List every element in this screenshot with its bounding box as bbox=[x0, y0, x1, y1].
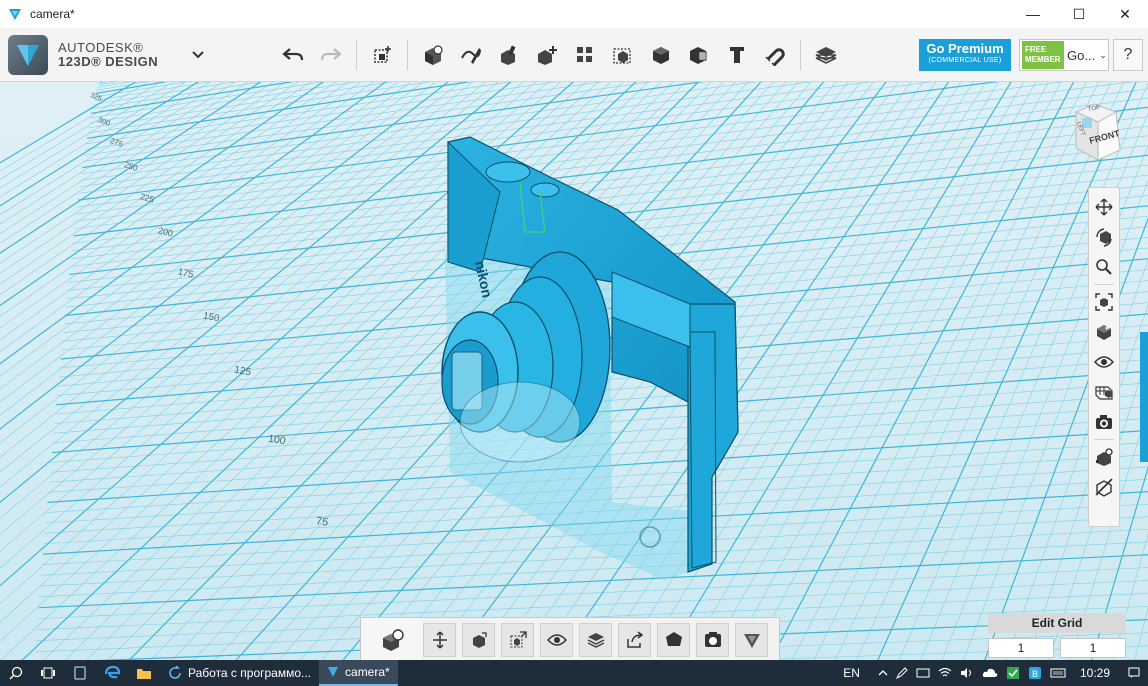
app-logo-icon bbox=[328, 667, 339, 677]
materials-grid-icon[interactable] bbox=[1090, 377, 1118, 407]
view-cube[interactable]: TOP FRONT LEFT bbox=[1064, 100, 1124, 166]
edit-grid-button[interactable]: Edit Grid bbox=[988, 613, 1126, 633]
toolbar-separator bbox=[407, 39, 409, 70]
brand: AUTODESK® 123D® DESIGN bbox=[8, 34, 158, 76]
app-tray-blue-icon[interactable]: B bbox=[1024, 660, 1046, 686]
network-icon[interactable] bbox=[934, 660, 956, 686]
combine-icon[interactable] bbox=[642, 36, 680, 74]
volume-icon[interactable] bbox=[956, 660, 978, 686]
primitives-icon[interactable] bbox=[414, 36, 452, 74]
task-view-icon[interactable] bbox=[32, 660, 64, 686]
search-icon[interactable] bbox=[0, 660, 32, 686]
minimize-button[interactable]: — bbox=[1010, 0, 1056, 28]
material-layers-icon[interactable] bbox=[579, 622, 612, 657]
app-triangle-icon[interactable] bbox=[735, 622, 768, 657]
go-premium-sublabel: (COMMERCIAL USE) bbox=[928, 57, 1002, 64]
orbit-icon[interactable] bbox=[1090, 222, 1118, 252]
fit-view-icon[interactable] bbox=[1090, 287, 1118, 317]
go-premium-label: Go Premium bbox=[926, 41, 1004, 56]
measure-icon[interactable] bbox=[680, 36, 718, 74]
maximize-button[interactable]: ☐ bbox=[1056, 0, 1102, 28]
3d-viewport[interactable]: nikon 325 300 275 250 225 200 175 150 125 100 75 T… bbox=[0, 82, 1148, 660]
notifications-icon[interactable] bbox=[1120, 660, 1148, 686]
zoom-icon[interactable] bbox=[1090, 252, 1118, 282]
app-logo-icon bbox=[9, 9, 21, 20]
pan-icon[interactable] bbox=[1090, 192, 1118, 222]
autodesk-logo-icon bbox=[8, 34, 48, 75]
edit-grid-panel: Edit Grid 1 1 bbox=[988, 613, 1126, 660]
brand-line1: AUTODESK® bbox=[58, 39, 144, 55]
mesh-polyhedron-icon[interactable] bbox=[657, 622, 690, 657]
taskbar-task-2[interactable]: camera* bbox=[319, 660, 398, 686]
onedrive-icon[interactable] bbox=[978, 660, 1002, 686]
toolbar-separator bbox=[356, 39, 358, 70]
close-button[interactable]: ✕ bbox=[1102, 0, 1148, 28]
selection-menu-icon[interactable] bbox=[361, 617, 423, 660]
taskbar-task-2-label: camera* bbox=[345, 665, 390, 679]
system-tray: EN B 10:29 bbox=[839, 660, 1148, 686]
taskbar-task-1-label: Работа с программо... bbox=[188, 666, 312, 680]
badge-line2: MEMBER bbox=[1025, 55, 1061, 64]
undo-icon[interactable] bbox=[274, 36, 312, 74]
pattern-icon[interactable] bbox=[566, 36, 604, 74]
redo-icon[interactable] bbox=[312, 36, 350, 74]
app-tray-green-icon[interactable] bbox=[1002, 660, 1024, 686]
file-explorer-icon[interactable] bbox=[128, 660, 160, 686]
help-button[interactable]: ? bbox=[1113, 39, 1143, 71]
text-icon[interactable] bbox=[718, 36, 756, 74]
os-taskbar: Работа с программо... camera* EN B 10:29 bbox=[0, 660, 1148, 686]
construct-icon[interactable] bbox=[490, 36, 528, 74]
bottom-toolbar bbox=[360, 617, 780, 660]
go-premium-button[interactable]: Go Premium (COMMERCIAL USE) bbox=[919, 39, 1011, 71]
main-toolbar: AUTODESK® 123D® DESIGN Go Premium (COMME… bbox=[0, 28, 1148, 82]
edge-browser-icon[interactable] bbox=[96, 660, 128, 686]
pen-icon[interactable] bbox=[892, 660, 912, 686]
group-icon[interactable] bbox=[604, 36, 642, 74]
tray-chevron-up-icon[interactable] bbox=[874, 660, 892, 686]
svg-text:B: B bbox=[1032, 669, 1038, 679]
on-screen-keyboard-icon[interactable] bbox=[1046, 660, 1070, 686]
badge-line1: FREE bbox=[1025, 45, 1047, 54]
account-name: Go... bbox=[1067, 47, 1096, 63]
keyboard-layout-icon[interactable] bbox=[912, 660, 934, 686]
title-bar: camera* — ☐ ✕ bbox=[0, 0, 1148, 28]
materials-icon[interactable] bbox=[807, 36, 845, 74]
hide-edges-icon[interactable] bbox=[1090, 472, 1118, 502]
snap-size-field[interactable]: 1 bbox=[1060, 638, 1126, 658]
smart-scale-icon[interactable] bbox=[462, 622, 495, 657]
chevron-down-icon: ⌄ bbox=[1099, 49, 1107, 60]
clock[interactable]: 10:29 bbox=[1070, 660, 1120, 686]
brand-line2: 123D® DESIGN bbox=[58, 53, 159, 69]
taskbar-task-1[interactable]: Работа с программо... bbox=[160, 660, 319, 686]
tablet-icon[interactable] bbox=[64, 660, 96, 686]
free-member-badge: FREE MEMBER bbox=[1022, 41, 1064, 69]
toolbar-separator bbox=[800, 39, 802, 70]
visibility-eye-icon[interactable] bbox=[1090, 347, 1118, 377]
account-menu[interactable]: FREE MEMBER Go... ⌄ bbox=[1019, 39, 1109, 71]
export-icon[interactable] bbox=[618, 622, 651, 657]
camera-snapshot-icon[interactable] bbox=[1090, 407, 1118, 437]
app-menu-chevron-icon[interactable] bbox=[190, 47, 206, 63]
move-icon[interactable] bbox=[423, 622, 456, 657]
modify-icon[interactable] bbox=[528, 36, 566, 74]
window-title: camera* bbox=[30, 7, 75, 21]
perspective-icon[interactable] bbox=[1090, 317, 1118, 347]
side-panel-tab[interactable] bbox=[1140, 332, 1148, 462]
grid-size-field[interactable]: 1 bbox=[988, 638, 1054, 658]
scale-icon[interactable] bbox=[501, 622, 534, 657]
transform-box-icon[interactable] bbox=[363, 36, 401, 74]
navigation-bar bbox=[1088, 187, 1120, 527]
language-indicator[interactable]: EN bbox=[839, 660, 864, 686]
snap-icon[interactable] bbox=[1090, 442, 1118, 472]
snap-magnet-icon[interactable] bbox=[756, 36, 794, 74]
hide-eye-icon[interactable] bbox=[540, 622, 573, 657]
refresh-app-icon bbox=[169, 666, 181, 679]
grid-plane: nikon bbox=[0, 82, 1148, 660]
sketch-icon[interactable] bbox=[452, 36, 490, 74]
ruler-label: 75 bbox=[315, 515, 329, 529]
ruler-label: 100 bbox=[267, 432, 287, 448]
print-3d-icon[interactable] bbox=[696, 622, 729, 657]
